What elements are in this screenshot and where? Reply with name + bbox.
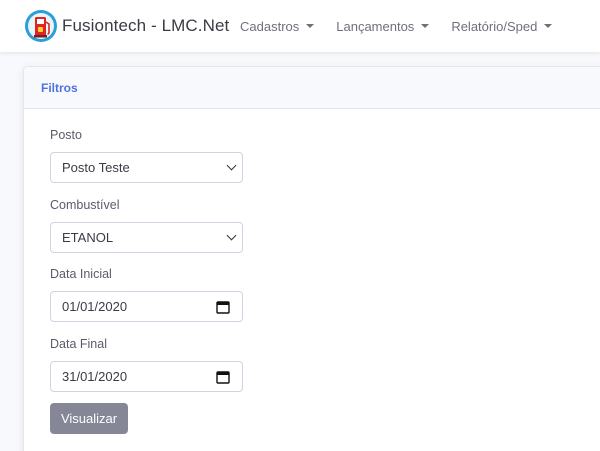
data-inicial-label: Data Inicial	[50, 267, 112, 281]
nav-item-cadastros[interactable]: Cadastros	[240, 18, 315, 34]
calendar-icon[interactable]	[216, 300, 230, 314]
nav-item-label: Lançamentos	[336, 18, 415, 34]
posto-select-value: Posto Teste	[62, 160, 130, 175]
nav-item-relatorio-sped[interactable]: Relatório/Sped	[451, 18, 553, 34]
posto-label: Posto	[50, 128, 82, 142]
visualizar-button[interactable]: Visualizar	[50, 403, 128, 434]
brand[interactable]: Fusiontech - LMC.Net	[24, 8, 229, 44]
data-inicial-input[interactable]: 01/01/2020	[50, 291, 243, 322]
caret-down-icon	[544, 24, 553, 28]
card-title: Filtros	[41, 80, 78, 95]
card-header: Filtros	[24, 67, 600, 109]
caret-down-icon	[306, 24, 315, 28]
calendar-icon[interactable]	[216, 370, 230, 384]
filters-card: Filtros Posto Posto Teste Combustível ET…	[23, 66, 600, 451]
nav-item-label: Cadastros	[240, 18, 300, 34]
app-title: Fusiontech - LMC.Net	[62, 16, 230, 35]
fuel-pump-logo-icon	[25, 10, 57, 42]
nav-menu: Cadastros Lançamentos Relatório/Sped	[240, 0, 574, 52]
data-final-input[interactable]: 31/01/2020	[50, 361, 243, 392]
top-navbar: Fusiontech - LMC.Net Cadastros Lançament…	[0, 0, 600, 52]
nav-item-label: Relatório/Sped	[451, 18, 538, 34]
combustivel-select[interactable]: ETANOL	[50, 222, 243, 253]
combustivel-select-value: ETANOL	[62, 230, 114, 245]
posto-select[interactable]: Posto Teste	[50, 152, 243, 183]
caret-down-icon	[421, 24, 430, 28]
nav-item-lancamentos[interactable]: Lançamentos	[336, 18, 430, 34]
combustivel-label: Combustível	[50, 198, 120, 212]
data-inicial-value: 01/01/2020	[62, 299, 128, 314]
data-final-label: Data Final	[50, 337, 107, 351]
data-final-value: 31/01/2020	[62, 369, 128, 384]
chevron-down-icon	[226, 160, 237, 171]
chevron-down-icon	[226, 230, 237, 241]
